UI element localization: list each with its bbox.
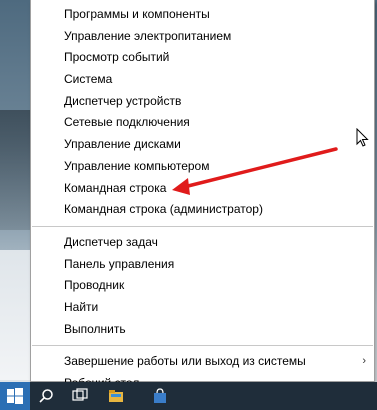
menu-group-system-tools: Программы и компоненты Управление электр… (31, 0, 374, 221)
menu-item-shutdown-or-sign-out[interactable]: Завершение работы или выход из системы › (31, 351, 374, 373)
menu-item-device-manager[interactable]: Диспетчер устройств (31, 91, 374, 113)
file-explorer-icon[interactable] (108, 388, 124, 404)
menu-item-run[interactable]: Выполнить (31, 319, 374, 341)
menu-item-computer-management[interactable]: Управление компьютером (31, 156, 374, 178)
menu-item-control-panel[interactable]: Панель управления (31, 254, 374, 276)
menu-item-label: Завершение работы или выход из системы (64, 354, 306, 369)
taskbar (0, 382, 377, 410)
menu-item-system[interactable]: Система (31, 69, 374, 91)
start-button[interactable] (0, 382, 30, 410)
menu-group-utilities: Диспетчер задач Панель управления Провод… (31, 232, 374, 340)
task-view-icon[interactable] (72, 388, 88, 404)
chevron-right-icon: › (362, 355, 366, 368)
menu-item-file-explorer[interactable]: Проводник (31, 275, 374, 297)
mouse-cursor-icon (356, 128, 369, 147)
menu-item-task-manager[interactable]: Диспетчер задач (31, 232, 374, 254)
menu-separator (32, 225, 373, 227)
menu-separator (32, 345, 373, 347)
menu-item-network-connections[interactable]: Сетевые подключения (31, 112, 374, 134)
search-icon[interactable] (38, 388, 54, 404)
menu-item-power-options[interactable]: Управление электропитанием (31, 26, 374, 48)
store-icon[interactable] (152, 388, 168, 404)
windows-logo-icon (7, 388, 23, 404)
winx-context-menu: Программы и компоненты Управление электр… (30, 0, 375, 390)
menu-item-disk-management[interactable]: Управление дисками (31, 134, 374, 156)
menu-item-command-prompt-admin[interactable]: Командная строка (администратор) (31, 199, 374, 221)
menu-item-command-prompt[interactable]: Командная строка (31, 178, 374, 200)
menu-item-event-viewer[interactable]: Просмотр событий (31, 47, 374, 69)
menu-item-programs-and-features[interactable]: Программы и компоненты (31, 4, 374, 26)
menu-item-search[interactable]: Найти (31, 297, 374, 319)
